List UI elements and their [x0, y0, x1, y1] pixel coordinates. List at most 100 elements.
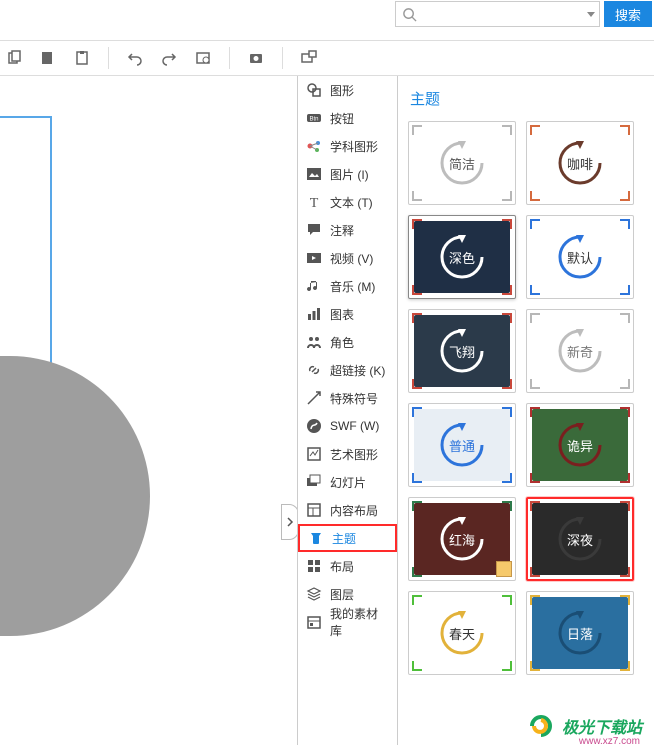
menu-item-label: 按钮 [330, 110, 354, 127]
theme-card[interactable]: 深夜 [526, 497, 634, 581]
theme-card[interactable]: 诡异 [526, 403, 634, 487]
theme-label: 飞翔 [449, 342, 475, 361]
search-input[interactable] [395, 1, 600, 27]
menu-item-link[interactable]: 超链接 (K) [298, 356, 397, 384]
btn-icon: Btn [306, 110, 322, 126]
menu-item-label: 内容布局 [330, 502, 378, 519]
menu-item-label: 文本 (T) [330, 194, 373, 211]
menu-item-label: 艺术图形 [330, 446, 378, 463]
layout-icon [306, 502, 322, 518]
theme-label: 普通 [449, 436, 475, 455]
menu-item-label: 角色 [330, 334, 354, 351]
theme-card[interactable]: 深色 [408, 215, 516, 299]
theme-card[interactable]: 默认 [526, 215, 634, 299]
theme-label: 红海 [449, 530, 475, 549]
theme-card[interactable]: 简洁 [408, 121, 516, 205]
menu-item-label: 学科图形 [330, 138, 378, 155]
theme-label: 深夜 [567, 530, 593, 549]
menu-item-label: 注释 [330, 222, 354, 239]
menu-item-label: 图片 (I) [330, 166, 369, 183]
link-icon [306, 362, 322, 378]
toolbar [0, 40, 654, 76]
image-icon [306, 166, 322, 182]
theme-label: 春天 [449, 624, 475, 643]
people-icon [306, 334, 322, 350]
svg-text:T: T [310, 196, 319, 210]
menu-item-theme[interactable]: 主题 [298, 524, 397, 552]
menu-item-image[interactable]: 图片 (I) [298, 160, 397, 188]
menu-item-music[interactable]: 音乐 (M) [298, 272, 397, 300]
undo-icon[interactable] [125, 48, 145, 68]
music-icon [306, 278, 322, 294]
menu-item-swf[interactable]: SWF (W) [298, 412, 397, 440]
comment-icon [306, 222, 322, 238]
theme-grid: 简洁 咖啡 深色 [402, 121, 650, 675]
menu-item-label: 主题 [332, 530, 356, 547]
panel-title: 主题 [402, 84, 650, 121]
menu-item-chart[interactable]: 图表 [298, 300, 397, 328]
separator [229, 47, 230, 69]
canvas-area[interactable] [0, 76, 297, 745]
menu-item-library[interactable]: 我的素材库 [298, 608, 397, 636]
swf-icon [306, 418, 322, 434]
library-icon [306, 614, 322, 630]
clipboard-icon[interactable] [72, 48, 92, 68]
menu-item-slides[interactable]: 幻灯片 [298, 468, 397, 496]
menu-item-shapes[interactable]: 图形 [298, 76, 397, 104]
theme-card[interactable]: 咖啡 [526, 121, 634, 205]
copy-icon[interactable] [4, 48, 24, 68]
theme-card[interactable]: 普通 [408, 403, 516, 487]
watermark-brand: 极光下载站 [562, 714, 642, 738]
chevron-right-icon [286, 516, 294, 528]
theme-label: 日落 [567, 624, 593, 643]
slides-icon [306, 474, 322, 490]
menu-item-label: 图形 [330, 82, 354, 99]
menu-item-label: 视频 (V) [330, 250, 373, 267]
history-icon[interactable] [193, 48, 213, 68]
watermark-url: www.xz7.com [579, 736, 640, 747]
search-button[interactable]: 搜索 [604, 1, 652, 27]
layers-icon [306, 586, 322, 602]
menu-item-btn[interactable]: Btn 按钮 [298, 104, 397, 132]
theme-card[interactable]: 红海 [408, 497, 516, 581]
menu-item-label: 特殊符号 [330, 390, 378, 407]
theme-label: 默认 [567, 248, 593, 267]
shapes-icon [306, 82, 322, 98]
menu-item-art[interactable]: 艺术图形 [298, 440, 397, 468]
canvas-shape[interactable] [0, 356, 150, 636]
grid-icon [306, 558, 322, 574]
watermark-logo-icon [526, 713, 556, 739]
menu-item-label: 图表 [330, 306, 354, 323]
theme-card[interactable]: 新奇 [526, 309, 634, 393]
menu-item-text[interactable]: T 文本 (T) [298, 188, 397, 216]
theme-card[interactable]: 春天 [408, 591, 516, 675]
camera-icon[interactable] [246, 48, 266, 68]
separator [282, 47, 283, 69]
fullscreen-icon[interactable] [299, 48, 319, 68]
menu-item-label: 音乐 (M) [330, 278, 375, 295]
paste-icon[interactable] [38, 48, 58, 68]
menu-item-layout[interactable]: 内容布局 [298, 496, 397, 524]
theme-card[interactable]: 飞翔 [408, 309, 516, 393]
theme-label: 简洁 [449, 154, 475, 173]
menu-item-subject[interactable]: 学科图形 [298, 132, 397, 160]
theme-label: 深色 [449, 248, 475, 267]
special-icon [306, 390, 322, 406]
theme-label: 诡异 [567, 436, 593, 455]
menu-item-special[interactable]: 特殊符号 [298, 384, 397, 412]
redo-icon[interactable] [159, 48, 179, 68]
menu-item-video[interactable]: 视频 (V) [298, 244, 397, 272]
menu-item-label: 我的素材库 [330, 605, 389, 639]
panel-collapse-handle[interactable] [281, 504, 297, 540]
menu-item-layers[interactable]: 图层 [298, 580, 397, 608]
separator [108, 47, 109, 69]
dropdown-caret-icon[interactable] [587, 12, 595, 17]
theme-badge-icon [496, 561, 512, 577]
insert-menu: 图形 Btn 按钮学科图形图片 (I) T 文本 (T) 注释视频 (V) 音乐 (M) 图表… [298, 76, 398, 745]
theme-card[interactable]: 日落 [526, 591, 634, 675]
menu-item-people[interactable]: 角色 [298, 328, 397, 356]
menu-item-comment[interactable]: 注释 [298, 216, 397, 244]
video-icon [306, 250, 322, 266]
subject-icon [306, 138, 322, 154]
menu-item-grid[interactable]: 布局 [298, 552, 397, 580]
